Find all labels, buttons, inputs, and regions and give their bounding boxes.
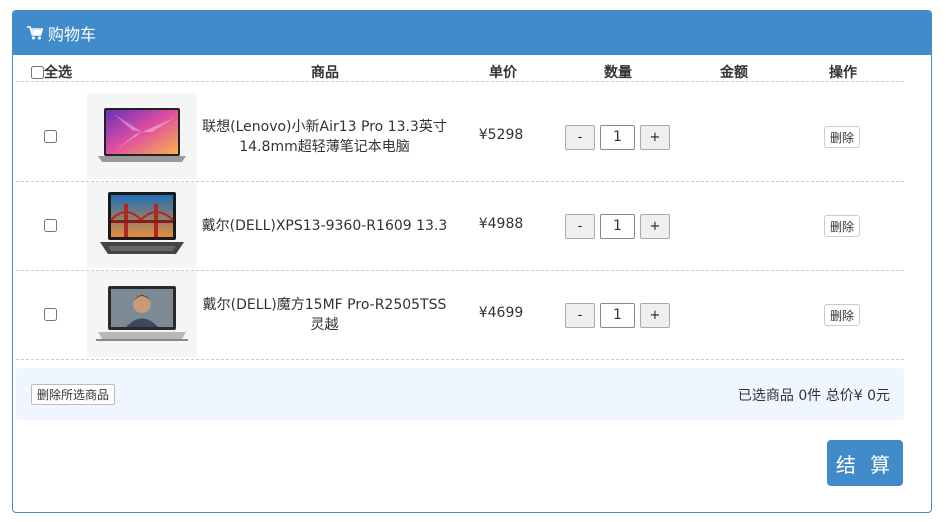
- table-row: 联想(Lenovo)小新Air13 Pro 13.3英寸14.8mm超轻薄笔记本…: [16, 93, 904, 182]
- header-product: 商品: [311, 65, 339, 81]
- table-row: 戴尔(DELL)XPS13-9360-R1609 13.3 ¥4988 - 1 …: [16, 182, 904, 271]
- product-name[interactable]: 戴尔(DELL)XPS13-9360-R1609 13.3: [197, 182, 452, 270]
- table-row: 戴尔(DELL)魔方15MF Pro-R2505TSS灵越 ¥4699 - 1 …: [16, 271, 904, 360]
- row-checkbox[interactable]: [44, 308, 57, 321]
- quantity-stepper: - 1 +: [565, 124, 670, 150]
- product-thumbnail: [87, 271, 197, 357]
- select-all: 全选: [31, 62, 72, 82]
- panel-title: 购物车: [48, 25, 97, 44]
- delete-button[interactable]: 删除: [824, 126, 860, 148]
- panel-heading: 购物车: [13, 11, 931, 55]
- laptop-bridge-screen-image: [100, 192, 184, 254]
- quantity-stepper: - 1 +: [565, 302, 670, 328]
- quantity-input[interactable]: 1: [600, 213, 635, 239]
- quantity-input[interactable]: 1: [600, 124, 635, 150]
- quantity-input[interactable]: 1: [600, 302, 635, 328]
- cart-summary: 已选商品 0件 总价¥ 0元: [737, 388, 890, 404]
- select-all-label: 全选: [44, 65, 72, 81]
- increment-button[interactable]: +: [640, 302, 670, 328]
- table-header: 全选 商品 单价 数量 金额 操作: [16, 58, 904, 82]
- increment-button[interactable]: +: [640, 213, 670, 239]
- quantity-stepper: - 1 +: [565, 213, 670, 239]
- increment-button[interactable]: +: [640, 124, 670, 150]
- checkout-button[interactable]: 结 算: [827, 440, 903, 486]
- header-quantity: 数量: [604, 65, 632, 81]
- cart-footer: 删除所选商品 已选商品 0件 总价¥ 0元: [16, 368, 904, 420]
- product-name[interactable]: 联想(Lenovo)小新Air13 Pro 13.3英寸14.8mm超轻薄笔记本…: [197, 93, 452, 181]
- delete-button[interactable]: 删除: [824, 215, 860, 237]
- row-checkbox[interactable]: [44, 219, 57, 232]
- product-thumbnail: [87, 93, 197, 179]
- header-action: 操作: [829, 65, 857, 81]
- cart-icon: [27, 26, 43, 40]
- product-thumbnail: [87, 182, 197, 268]
- decrement-button[interactable]: -: [565, 302, 595, 328]
- decrement-button[interactable]: -: [565, 213, 595, 239]
- delete-button[interactable]: 删除: [824, 304, 860, 326]
- select-all-checkbox[interactable]: [31, 65, 44, 79]
- unit-price: ¥5298: [478, 127, 524, 143]
- row-checkbox[interactable]: [44, 130, 57, 143]
- unit-price: ¥4988: [478, 216, 524, 232]
- laptop-person-screen-image: [96, 286, 188, 341]
- laptop-purple-screen-image: [98, 108, 186, 162]
- decrement-button[interactable]: -: [565, 124, 595, 150]
- product-name[interactable]: 戴尔(DELL)魔方15MF Pro-R2505TSS灵越: [197, 271, 452, 359]
- unit-price: ¥4699: [478, 305, 524, 321]
- header-unit-price: 单价: [489, 65, 517, 81]
- delete-selected-button[interactable]: 删除所选商品: [31, 384, 116, 405]
- header-amount: 金额: [720, 65, 748, 81]
